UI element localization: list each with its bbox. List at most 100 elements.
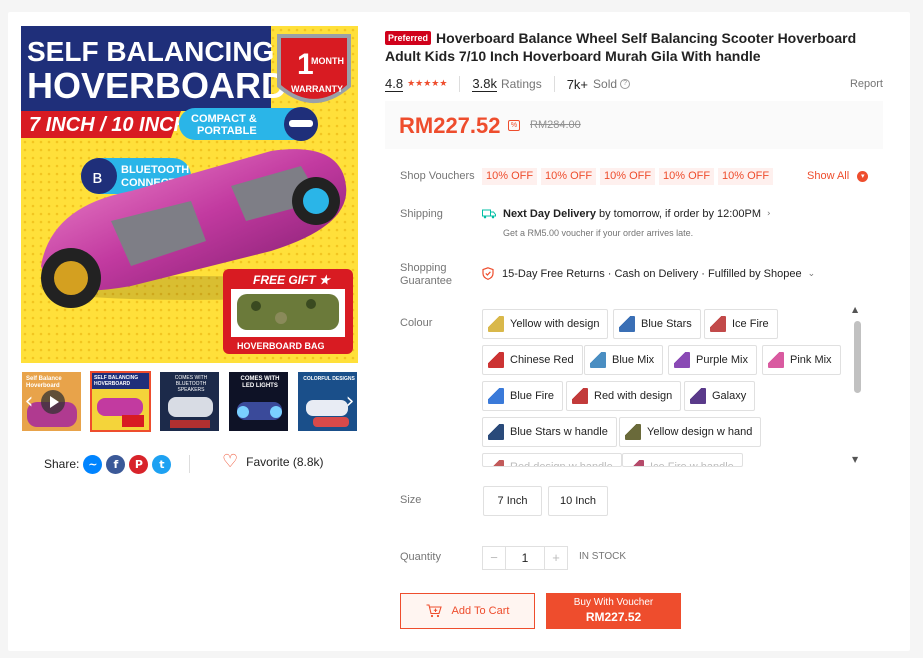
thumbnail-prev-arrow[interactable]: ‹: [19, 388, 39, 416]
bluetooth-line-1: BLUETOOTH: [121, 164, 189, 176]
scroll-down-icon[interactable]: ▼: [852, 455, 858, 464]
product-title: Preferred Hoverboard Balance Wheel Self B…: [385, 29, 885, 65]
voucher-chip-4[interactable]: 10% OFF: [659, 168, 715, 185]
facebook-icon[interactable]: f: [106, 454, 126, 474]
compact-line-2: PORTABLE: [197, 125, 257, 137]
colour-option[interactable]: Blue Mix: [584, 345, 664, 375]
quantity-input[interactable]: 1: [506, 546, 544, 570]
colour-option-label: Pink Mix: [790, 354, 832, 366]
report-link[interactable]: Report: [850, 78, 883, 90]
messenger-icon[interactable]: ~: [83, 454, 103, 474]
info-icon[interactable]: ?: [620, 79, 631, 89]
sold-divider: [553, 76, 555, 92]
colour-swatch-icon: [488, 316, 504, 332]
show-all-vouchers[interactable]: Show All ▾: [807, 170, 869, 182]
thumbnail-next-arrow[interactable]: ›: [340, 388, 360, 416]
chevron-down-icon: ▾: [857, 170, 869, 182]
guarantee-label-line-2: Guarantee: [400, 275, 452, 287]
thumbnail-strip: Self Balance Hoverboard SELF BALANCING H…: [21, 371, 358, 432]
buy-with-voucher-button[interactable]: Buy With Voucher RM227.52: [546, 593, 681, 629]
shipping-headline-bold: Next Day Delivery: [503, 208, 596, 220]
current-price: RM227.52: [399, 113, 501, 138]
colour-option[interactable]: Red design w handle: [482, 453, 622, 467]
pinterest-icon[interactable]: P: [129, 454, 149, 474]
product-main-image[interactable]: SELF BALANCING HOVERBOARD 7 INCH / 10 IN…: [21, 26, 358, 363]
colour-scrollbar-thumb[interactable]: [854, 321, 861, 393]
voucher-chip-3[interactable]: 10% OFF: [600, 168, 656, 185]
show-all-label: Show All: [807, 170, 850, 182]
colour-option[interactable]: Purple Mix: [668, 345, 757, 375]
vouchers-label: Shop Vouchers: [400, 170, 475, 182]
thumbnail-2[interactable]: SELF BALANCING HOVERBOARD: [90, 371, 151, 432]
size-option-10-inch[interactable]: 10 Inch: [548, 486, 608, 516]
voucher-chip-1[interactable]: 10% OFF: [482, 168, 538, 185]
colour-option[interactable]: Blue Fire: [482, 381, 564, 411]
guarantee-text: 15-Day Free Returns · Cash on Delivery ·…: [502, 267, 802, 280]
warranty-month: MONTH: [311, 56, 344, 66]
colour-option[interactable]: Yellow with design: [482, 309, 609, 339]
colour-option[interactable]: Pink Mix: [762, 345, 841, 375]
quantity-minus-button[interactable]: −: [482, 546, 506, 570]
colour-option[interactable]: Blue Stars: [613, 309, 701, 339]
shipping-subtext: Get a RM5.00 voucher if your order arriv…: [503, 228, 694, 238]
compact-line-1: COMPACT &: [191, 113, 257, 125]
hero-headline-1: SELF BALANCING: [27, 36, 274, 67]
chevron-right-icon: ›: [767, 209, 771, 219]
favorite-button[interactable]: ♡ Favorite (8.8k): [222, 453, 324, 471]
warranty-badge: 1 MONTH WARRANTY: [277, 34, 351, 103]
chevron-down-icon: ⌄: [807, 268, 816, 279]
buy-button-line-1: Buy With Voucher: [573, 597, 654, 608]
colour-swatch-icon: [572, 388, 588, 404]
add-to-cart-button[interactable]: Add To Cart: [400, 593, 535, 629]
colour-swatch-icon: [619, 316, 635, 332]
sold-label: Sold: [593, 77, 618, 91]
guarantee-label-line-1: Shopping: [400, 262, 447, 274]
hero-size-banner: 7 INCH / 10 INCH: [29, 114, 188, 136]
rating-value[interactable]: 4.8: [385, 76, 404, 92]
colour-swatch-icon: [488, 388, 504, 404]
colour-option[interactable]: Yellow design w hand: [619, 417, 762, 447]
colour-option-label: Red with design: [594, 390, 673, 402]
price-box: RM227.52 % RM284.00: [385, 101, 883, 149]
ratings-label: Ratings: [501, 77, 542, 91]
quantity-plus-button[interactable]: +: [544, 546, 568, 570]
share-label: Share:: [44, 457, 80, 471]
thumbnail-4[interactable]: COMES WITH LED LIGHTS: [228, 371, 289, 432]
colour-option-label: Chinese Red: [510, 354, 574, 366]
scroll-up-icon[interactable]: ▲: [852, 305, 858, 314]
colour-option[interactable]: Ice Fire w handle: [622, 453, 743, 467]
hero-headline-2: HOVERBOARD: [27, 65, 287, 106]
free-gift-title: FREE GIFT ★: [253, 273, 332, 287]
rating-stars-icon: ★★★★★: [407, 79, 448, 89]
colour-option[interactable]: Ice Fire: [704, 309, 778, 339]
colour-swatch-icon: [628, 460, 644, 466]
colour-option[interactable]: Red with design: [566, 381, 682, 411]
colour-option[interactable]: Blue Stars w handle: [482, 417, 617, 447]
colour-swatch-icon: [488, 460, 504, 466]
colour-option[interactable]: Chinese Red: [482, 345, 583, 375]
heart-icon: ♡: [222, 451, 239, 472]
colour-option[interactable]: Galaxy: [684, 381, 756, 411]
shipping-info[interactable]: Next Day Delivery by tomorrow, if order …: [482, 208, 771, 220]
colour-option-label: Galaxy: [712, 390, 747, 402]
rating-row: 4.8 ★★★★★ 3.8k Ratings 7k+ Sold ? Report: [385, 75, 883, 93]
size-option-7-inch[interactable]: 7 Inch: [483, 486, 542, 516]
guarantee-info[interactable]: 15-Day Free Returns · Cash on Delivery ·…: [482, 267, 815, 280]
quantity-label: Quantity: [400, 551, 441, 563]
shield-icon: [482, 267, 494, 280]
voucher-chip-2[interactable]: 10% OFF: [541, 168, 597, 185]
colour-option-label: Yellow with design: [510, 318, 600, 330]
price-tag-icon: %: [508, 120, 520, 131]
thumbnail-2-caption: SELF BALANCING HOVERBOARD: [94, 375, 139, 387]
colour-swatch-icon: [690, 388, 706, 404]
ratings-count[interactable]: 3.8k: [472, 76, 497, 92]
colour-option-label: Ice Fire w handle: [650, 461, 734, 467]
colour-swatch-icon: [625, 424, 641, 440]
share-row: Share: ~ f P t: [44, 453, 172, 475]
twitter-icon[interactable]: t: [152, 454, 172, 474]
shipping-label: Shipping: [400, 208, 443, 220]
voucher-chip-5[interactable]: 10% OFF: [718, 168, 774, 185]
colour-option-label: Blue Mix: [612, 354, 655, 366]
thumbnail-3[interactable]: COMES WITH BLUETOOTH SPEAKERS: [159, 371, 220, 432]
original-price: RM284.00: [530, 119, 581, 131]
